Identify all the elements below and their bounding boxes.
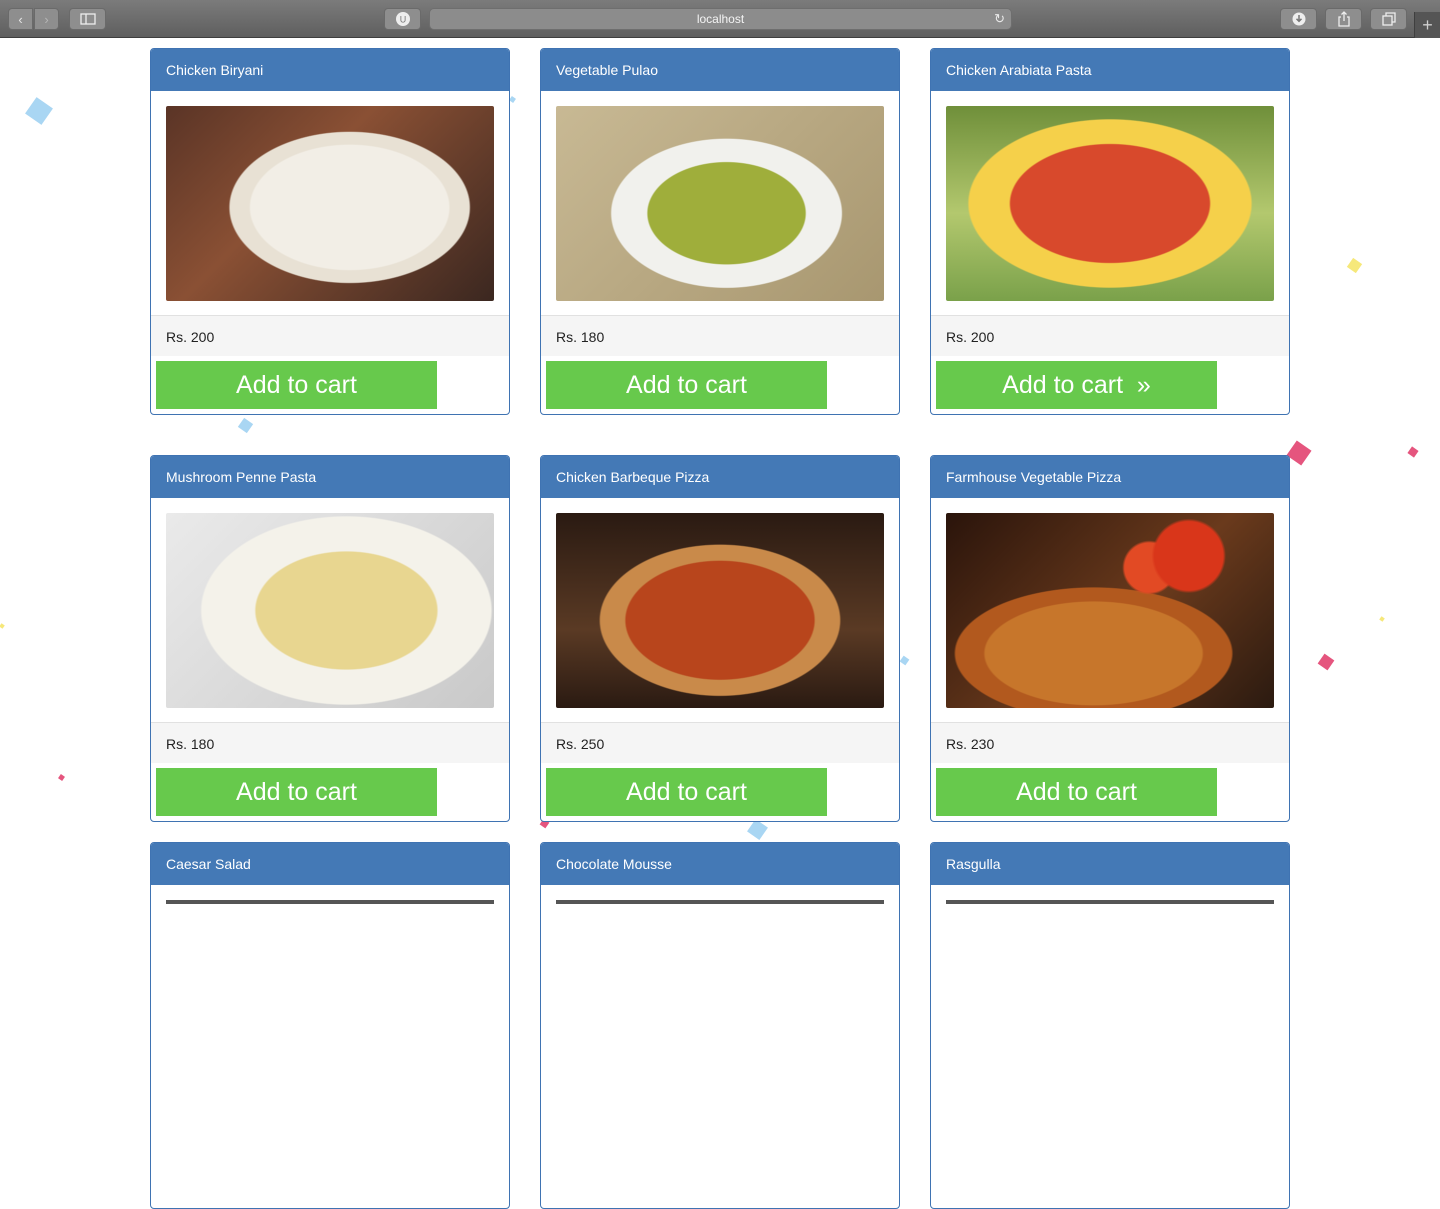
extension-button[interactable]: U	[384, 8, 421, 30]
product-price: Rs. 200	[931, 315, 1289, 356]
confetti-piece	[1346, 257, 1363, 274]
product-title: Mushroom Penne Pasta	[151, 456, 509, 498]
product-title: Chicken Arabiata Pasta	[931, 49, 1289, 91]
product-title: Vegetable Pulao	[541, 49, 899, 91]
new-tab-button[interactable]: +	[1414, 12, 1440, 38]
product-card: Caesar Salad	[150, 842, 510, 1209]
product-card: Farmhouse Vegetable Pizza Rs. 230 Add to…	[930, 455, 1290, 822]
product-card: Mushroom Penne Pasta Rs. 180 Add to cart	[150, 455, 510, 822]
chicken-arabiata-pasta-photo	[946, 106, 1274, 301]
product-card: Chocolate Mousse	[540, 842, 900, 1209]
caesar-salad-photo	[166, 900, 494, 904]
product-title: Rasgulla	[931, 843, 1289, 885]
address-bar[interactable]: localhost ↻	[429, 8, 1012, 30]
vegetable-pulao-photo	[556, 106, 884, 301]
product-card: Chicken Biryani Rs. 200 Add to cart	[150, 48, 510, 415]
confetti-piece	[1379, 616, 1385, 622]
show-tabs-button[interactable]	[1370, 8, 1407, 30]
add-to-cart-button[interactable]: Add to cart	[936, 768, 1217, 816]
confetti-piece	[58, 774, 65, 781]
forward-button[interactable]: ›	[34, 8, 59, 30]
product-card: Chicken Arabiata Pasta Rs. 200 Add to ca…	[930, 48, 1290, 415]
product-title: Chicken Barbeque Pizza	[541, 456, 899, 498]
chicken-biryani-photo	[166, 106, 494, 301]
extension-u-icon: U	[395, 12, 410, 26]
share-button[interactable]	[1325, 8, 1362, 30]
sidebar-toggle-button[interactable]	[69, 8, 106, 30]
confetti-piece	[237, 417, 254, 434]
tabs-overview-icon	[1381, 12, 1396, 26]
product-title: Chocolate Mousse	[541, 843, 899, 885]
reload-icon[interactable]: ↻	[994, 11, 1005, 27]
product-title: Farmhouse Vegetable Pizza	[931, 456, 1289, 498]
product-price: Rs. 180	[151, 722, 509, 763]
product-price: Rs. 180	[541, 315, 899, 356]
add-to-cart-button[interactable]: Add to cart	[156, 361, 437, 409]
confetti-piece	[0, 623, 5, 629]
confetti-piece	[25, 97, 53, 125]
confetti-piece	[899, 655, 910, 666]
browser-toolbar: ‹ › U localhost ↻ +	[0, 0, 1440, 38]
svg-text:U: U	[399, 15, 406, 25]
downloads-button[interactable]	[1280, 8, 1317, 30]
product-price: Rs. 250	[541, 722, 899, 763]
mushroom-penne-pasta-photo	[166, 513, 494, 708]
add-to-cart-button[interactable]: Add to cart	[546, 361, 827, 409]
add-to-cart-button[interactable]: Add to cart	[156, 768, 437, 816]
chevron-left-icon: ‹	[18, 11, 23, 27]
back-button[interactable]: ‹	[8, 8, 33, 30]
product-card: Rasgulla	[930, 842, 1290, 1209]
download-icon	[1292, 12, 1305, 26]
plus-icon: +	[1422, 14, 1433, 35]
product-price: Rs. 230	[931, 722, 1289, 763]
add-to-cart-button[interactable]: Add to cart »	[936, 361, 1217, 409]
sidebar-icon	[79, 13, 96, 25]
product-card: Chicken Barbeque Pizza Rs. 250 Add to ca…	[540, 455, 900, 822]
rasgulla-photo	[946, 900, 1274, 904]
product-title: Chicken Biryani	[151, 49, 509, 91]
confetti-piece	[1317, 653, 1335, 671]
product-price: Rs. 200	[151, 315, 509, 356]
url-text: localhost	[696, 12, 745, 26]
add-to-cart-button[interactable]: Add to cart	[546, 768, 827, 816]
product-card: Vegetable Pulao Rs. 180 Add to cart	[540, 48, 900, 415]
chicken-barbeque-pizza-photo	[556, 513, 884, 708]
farmhouse-vegetable-pizza-photo	[946, 513, 1274, 708]
share-icon	[1337, 11, 1350, 27]
confetti-piece	[747, 819, 768, 840]
product-title: Caesar Salad	[151, 843, 509, 885]
confetti-piece	[1407, 446, 1419, 458]
chocolate-mousse-photo	[556, 900, 884, 904]
chevron-right-icon: ›	[44, 11, 49, 27]
confetti-piece	[1286, 440, 1312, 466]
confetti-piece	[509, 96, 516, 103]
